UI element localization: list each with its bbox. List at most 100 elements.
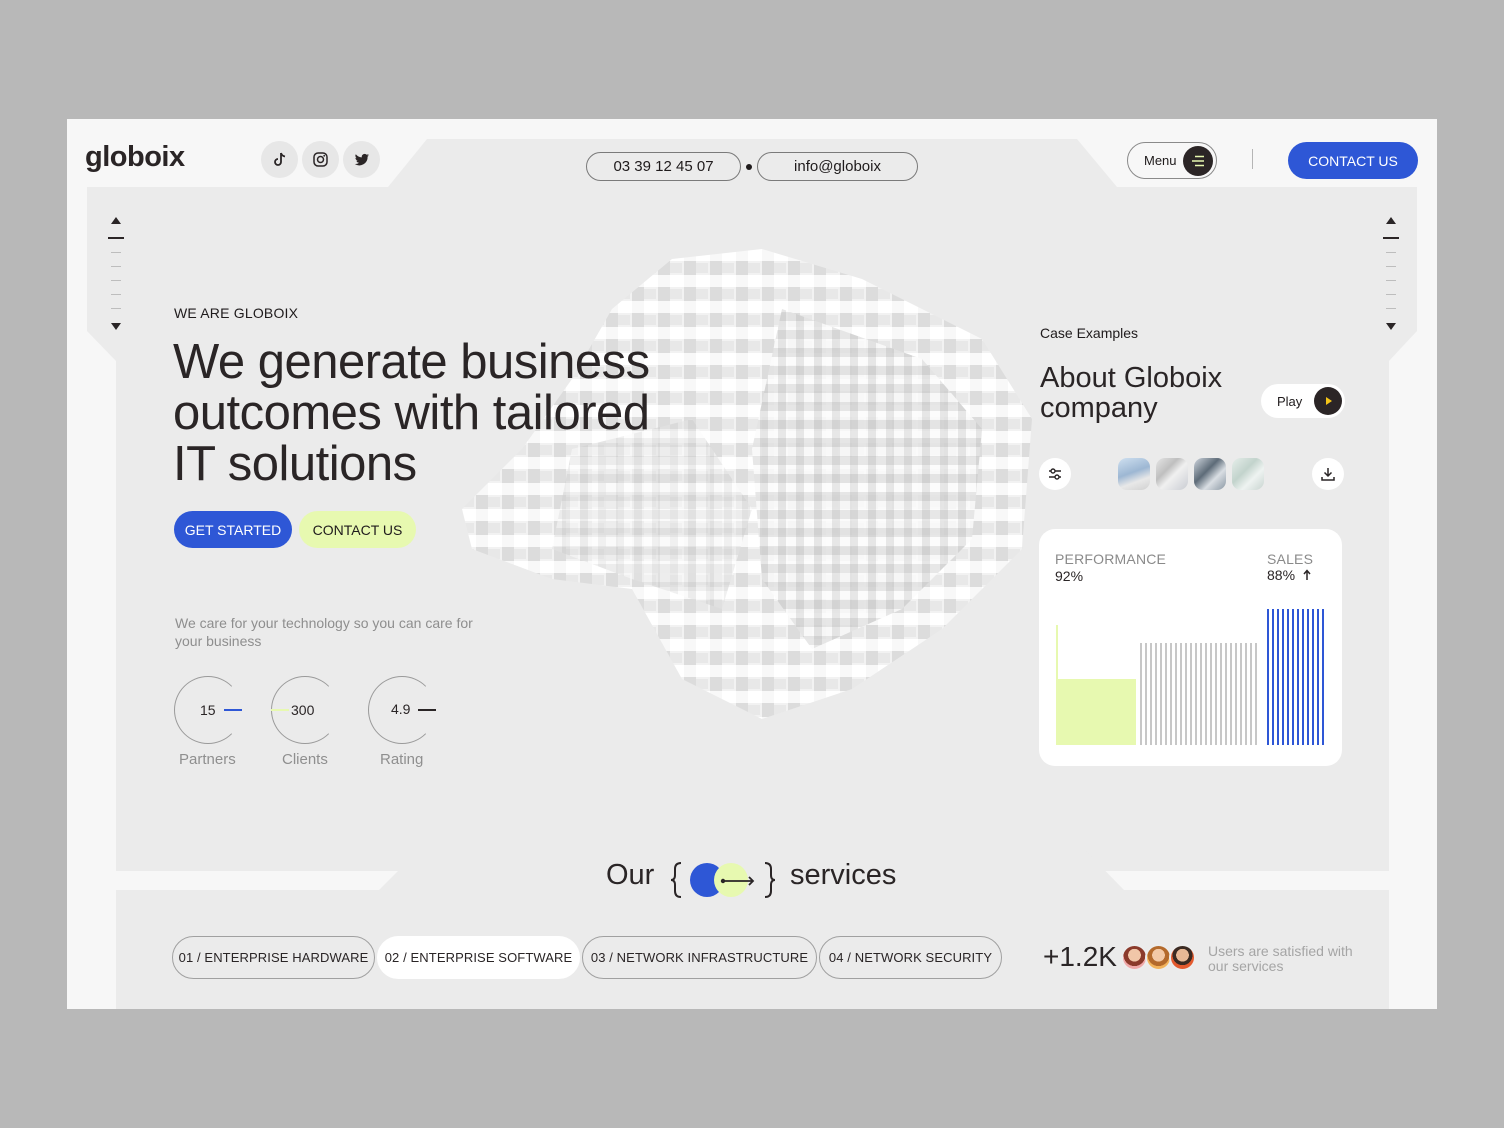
services-brace-graphic (670, 859, 776, 901)
scroll-tick (1386, 266, 1396, 267)
case-thumbnail[interactable] (1156, 458, 1188, 490)
gray-bar-stripe (1225, 643, 1227, 745)
sales-label: SALES (1267, 551, 1314, 567)
gray-bar-stripe (1215, 643, 1217, 745)
gray-bar-stripe (1235, 643, 1237, 745)
instagram-icon[interactable] (302, 141, 339, 178)
blue-bar-stripe (1282, 609, 1284, 745)
case-thumbnail[interactable] (1194, 458, 1226, 490)
performance-label: PERFORMANCE (1055, 551, 1167, 567)
email-pill[interactable]: info@globoix (757, 152, 918, 181)
scroll-down-icon[interactable] (1382, 322, 1400, 332)
gray-bar-stripe (1245, 643, 1247, 745)
hero-contact-button[interactable]: CONTACT US (299, 511, 416, 548)
scroll-up-icon[interactable] (1382, 215, 1400, 225)
page-frame: globoix 03 39 12 45 07 info@globoix Menu… (67, 119, 1437, 1009)
sales-value: 88% (1267, 567, 1312, 583)
stat-accent (224, 709, 242, 711)
scroll-tick (1386, 294, 1396, 295)
separator-dot (746, 164, 752, 170)
play-button[interactable]: Play (1261, 384, 1345, 418)
gray-bar-stripe (1155, 643, 1157, 745)
hero-eyebrow: WE ARE GLOBOIX (174, 305, 299, 321)
scroll-tick (111, 294, 121, 295)
play-label: Play (1277, 393, 1303, 409)
gray-bar-stripe (1180, 643, 1182, 745)
tiktok-icon[interactable] (261, 141, 298, 178)
performance-bar (1056, 679, 1136, 745)
blue-bar-stripe (1287, 609, 1289, 745)
stat-label-clients: Clients (282, 751, 328, 768)
scroll-tick (1386, 308, 1396, 309)
gray-bar-stripe (1205, 643, 1207, 745)
performance-value: 92% (1055, 568, 1084, 584)
tab-enterprise-hardware[interactable]: 01 / ENTERPRISE HARDWARE (172, 936, 375, 979)
gray-bar-stripe (1165, 643, 1167, 745)
users-satisfied-text: Users are satisfied with our services (1208, 943, 1353, 974)
gray-bar-stripe (1200, 643, 1202, 745)
tab-enterprise-software[interactable]: 02 / ENTERPRISE SOFTWARE (377, 936, 580, 979)
performance-card: PERFORMANCE 92% SALES 88% (1039, 529, 1342, 766)
logo[interactable]: globoix (85, 141, 185, 174)
avatar (1169, 944, 1196, 971)
scroll-tick (111, 308, 121, 309)
menu-button[interactable]: Menu (1127, 142, 1217, 179)
header-contact-button[interactable]: CONTACT US (1288, 142, 1418, 179)
phone-pill[interactable]: 03 39 12 45 07 (586, 152, 741, 181)
avatar (1121, 944, 1148, 971)
tab-network-infrastructure[interactable]: 03 / NETWORK INFRASTRUCTURE (582, 936, 817, 979)
case-eyebrow: Case Examples (1040, 325, 1139, 341)
filter-icon[interactable] (1039, 458, 1071, 490)
hero-subtext: We care for your technology so you can c… (175, 615, 473, 649)
gray-bar-stripe (1140, 643, 1142, 745)
users-count: +1.2K (1043, 941, 1117, 972)
gray-bar-stripe (1160, 643, 1162, 745)
gray-bar-stripe (1255, 643, 1257, 745)
header-divider (1252, 149, 1253, 169)
gray-bar-stripe (1195, 643, 1197, 745)
left-scroller[interactable] (107, 215, 125, 332)
case-title: About Globoix company (1040, 362, 1223, 424)
stat-accent (418, 709, 436, 711)
scroll-up-icon[interactable] (107, 215, 125, 225)
headline-line-3: IT solutions (173, 437, 417, 491)
scroll-down-icon[interactable] (107, 322, 125, 332)
scroll-tick (111, 280, 121, 281)
play-icon (1314, 387, 1342, 415)
avatar (1145, 944, 1172, 971)
gray-bar-stripe (1145, 643, 1147, 745)
gray-bar-stripe (1185, 643, 1187, 745)
get-started-button[interactable]: GET STARTED (174, 511, 292, 548)
case-thumbnail[interactable] (1118, 458, 1150, 490)
stat-label-partners: Partners (179, 751, 236, 768)
scroll-tick (1386, 252, 1396, 253)
blue-bar-stripe (1297, 609, 1299, 745)
download-icon[interactable] (1312, 458, 1344, 490)
stat-value-clients: 300 (291, 702, 315, 718)
sales-value-text: 88% (1267, 567, 1296, 583)
blue-bar-stripe (1317, 609, 1319, 745)
gray-bar-stripe (1190, 643, 1192, 745)
menu-icon (1183, 146, 1213, 176)
case-thumbnail[interactable] (1232, 458, 1264, 490)
stat-label-rating: Rating (380, 751, 424, 768)
gray-bar-stripe (1230, 643, 1232, 745)
blue-bar-stripe (1307, 609, 1309, 745)
scroll-tick-active (1383, 237, 1399, 239)
gray-bar-stripe (1170, 643, 1172, 745)
gray-bar-stripe (1250, 643, 1252, 745)
blue-bar-stripe (1312, 609, 1314, 745)
gray-bar-stripe (1150, 643, 1152, 745)
blue-bar-stripe (1292, 609, 1294, 745)
right-scroller[interactable] (1382, 215, 1400, 332)
twitter-icon[interactable] (343, 141, 380, 178)
blue-bar-stripe (1277, 609, 1279, 745)
tab-network-security[interactable]: 04 / NETWORK SECURITY (819, 936, 1002, 979)
services-title-right: services (790, 859, 897, 891)
scroll-tick (111, 266, 121, 267)
services-title-left: Our (606, 859, 655, 891)
hero-headline: We generate business outcomes with tailo… (173, 337, 733, 490)
scroll-tick (1386, 280, 1396, 281)
blue-bar-stripe (1267, 609, 1269, 745)
gray-bar-stripe (1240, 643, 1242, 745)
